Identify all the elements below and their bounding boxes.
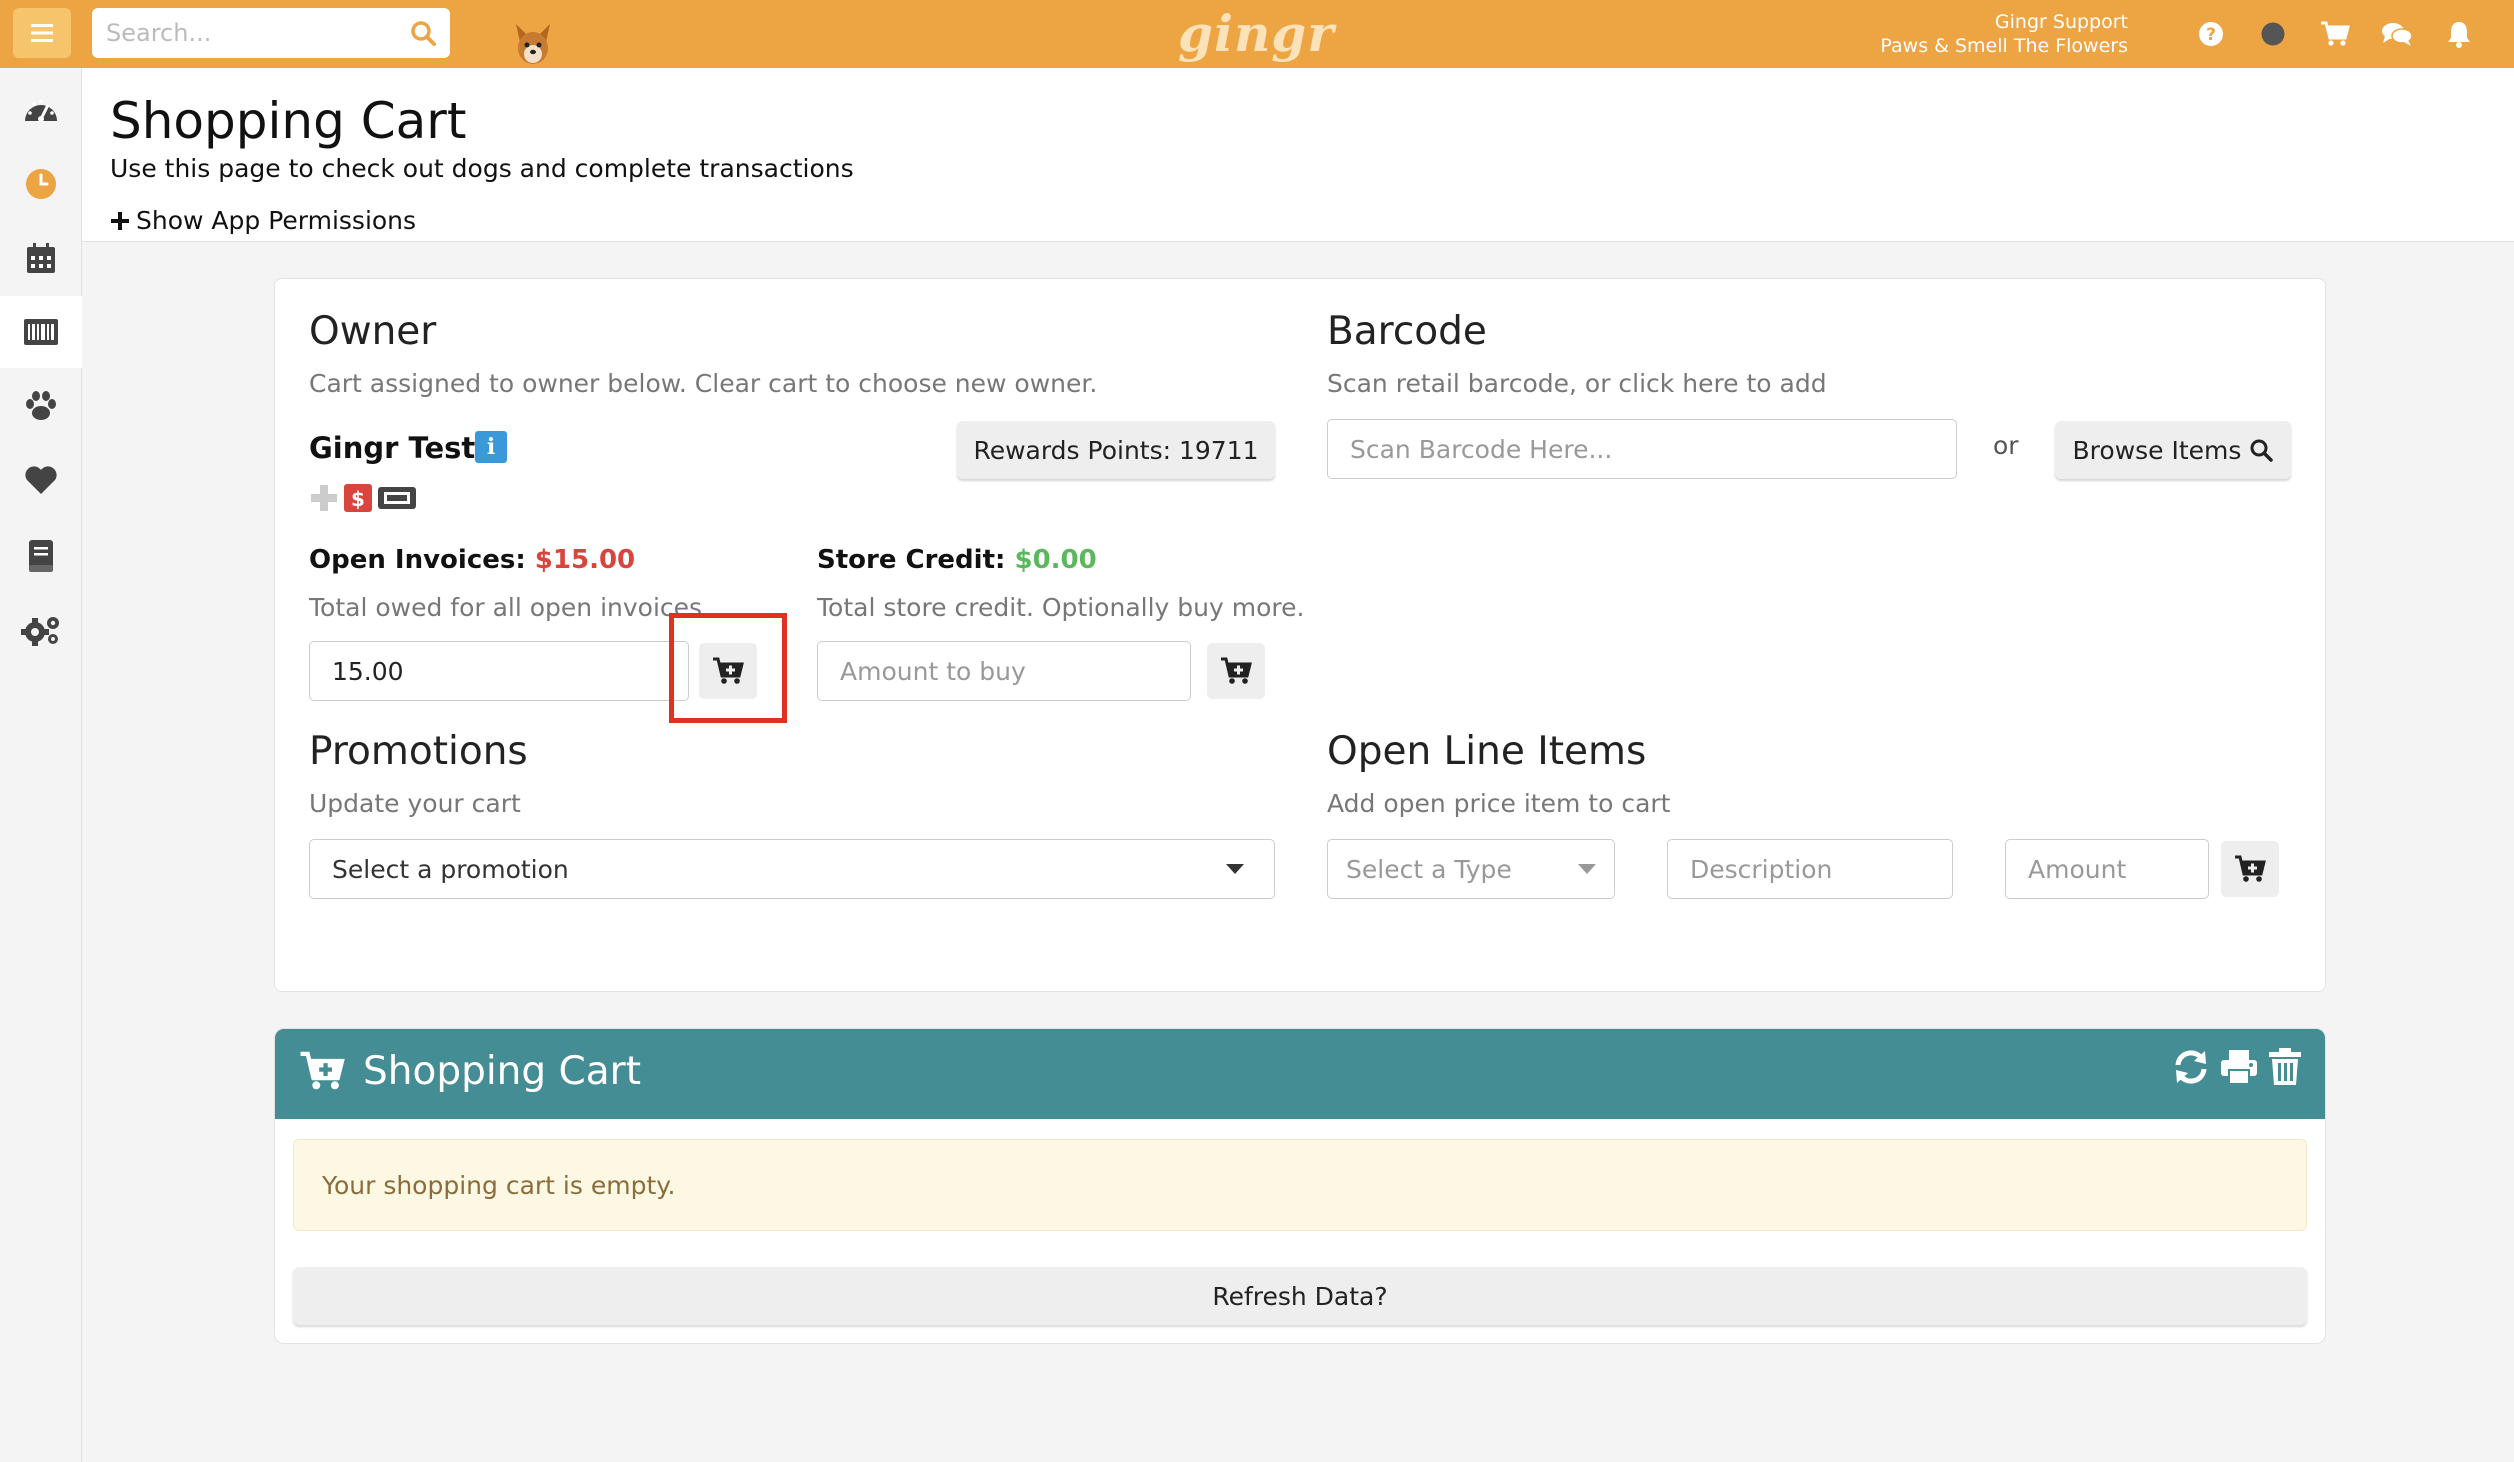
buy-store-credit-button[interactable]	[1207, 643, 1265, 699]
sidebar-item-book[interactable]	[0, 520, 82, 592]
sidebar-item-dashboard[interactable]	[0, 72, 82, 144]
sidebar-item-settings[interactable]	[0, 594, 82, 666]
owner-subtitle: Cart assigned to owner below. Clear cart…	[309, 369, 1098, 398]
page-subtitle: Use this page to check out dogs and comp…	[110, 154, 854, 183]
global-search	[92, 8, 450, 58]
store-credit-description: Total store credit. Optionally buy more.	[817, 593, 1305, 622]
ticket-icon	[378, 487, 416, 509]
open-invoices-description: Total owed for all open invoices	[309, 593, 703, 622]
cart-plus-icon	[300, 1051, 345, 1090]
highlight-box	[669, 613, 787, 723]
trash-icon[interactable]	[2267, 1047, 2303, 1087]
info-icon[interactable]: i	[475, 431, 507, 463]
cart-icon[interactable]	[2304, 16, 2366, 52]
empty-cart-message: Your shopping cart is empty.	[293, 1139, 2307, 1231]
sidebar-item-paw[interactable]	[0, 370, 82, 442]
help-icon[interactable]: ?	[2180, 16, 2242, 52]
shopping-cart-panel: Shopping Cart Your shopping cart is empt…	[274, 1028, 2326, 1344]
chat-icon[interactable]	[2366, 16, 2428, 52]
bell-icon[interactable]	[2428, 16, 2490, 52]
top-icons: ?	[2180, 16, 2490, 52]
owner-icons: $	[309, 483, 417, 513]
open-invoices-amount: $15.00	[534, 545, 636, 575]
promotion-select-value: Select a promotion	[332, 854, 569, 884]
promotions-title: Promotions	[309, 729, 528, 774]
cart-actions	[2171, 1047, 2303, 1087]
top-bar: gingr Gingr Support Paws & Smell The Flo…	[0, 0, 2514, 68]
barcode-icon	[24, 319, 58, 345]
browse-items-label: Browse Items	[2072, 435, 2242, 465]
barcode-field	[1327, 419, 1957, 479]
svg-text:?: ?	[2206, 25, 2216, 45]
medical-cross-icon	[311, 485, 337, 511]
sidebar-item-calendar[interactable]	[0, 222, 82, 294]
refresh-icon[interactable]	[2171, 1047, 2211, 1087]
cart-title: Shopping Cart	[363, 1049, 642, 1094]
hamburger-menu-button[interactable]	[13, 8, 71, 58]
browse-items-button[interactable]: Browse Items	[2055, 421, 2291, 479]
page-header: Shopping Cart Use this page to check out…	[82, 68, 2514, 242]
type-select[interactable]: Select a Type	[1327, 839, 1615, 899]
open-invoices-label: Open Invoices: $15.00	[309, 545, 636, 575]
cart-header: Shopping Cart	[275, 1029, 2325, 1119]
cart-plus-icon	[1221, 657, 1252, 684]
search-icon	[2250, 439, 2274, 462]
cart-plus-icon	[2235, 855, 2266, 882]
user-name: Gingr Support	[1994, 11, 2128, 33]
svg-text:$: $	[351, 487, 365, 511]
invoice-amount-field	[309, 641, 689, 701]
show-app-permissions-link[interactable]: Show App Permissions	[110, 206, 416, 235]
amount-field	[2005, 839, 2209, 899]
promotion-select[interactable]: Select a promotion	[309, 839, 1275, 899]
barcode-title: Barcode	[1327, 309, 1487, 354]
sidebar	[0, 68, 82, 1462]
dashboard-icon	[25, 99, 57, 122]
settings-icon	[21, 617, 59, 646]
sidebar-item-barcode[interactable]	[0, 296, 82, 368]
location-name: Paws & Smell The Flowers	[1880, 35, 2128, 57]
rewards-points-button[interactable]: Rewards Points: 19711	[957, 421, 1275, 479]
paw-icon	[26, 391, 56, 420]
page-title: Shopping Cart	[110, 92, 467, 150]
promotions-subtitle: Update your cart	[309, 789, 521, 818]
sidebar-item-heart[interactable]	[0, 444, 82, 516]
store-credit-input[interactable]	[818, 642, 1190, 700]
book-icon	[29, 540, 53, 572]
store-credit-field	[817, 641, 1191, 701]
chevron-down-icon	[1578, 864, 1596, 874]
print-icon[interactable]	[2219, 1047, 2259, 1087]
invoice-amount-input[interactable]	[310, 642, 688, 700]
description-input[interactable]	[1668, 840, 1952, 898]
store-credit-amount: $0.00	[1014, 545, 1097, 575]
or-label: or	[1993, 431, 2019, 460]
plus-icon	[111, 211, 129, 230]
barcode-subtitle[interactable]: Scan retail barcode, or click here to ad…	[1327, 369, 1827, 398]
calendar-icon	[27, 243, 55, 273]
refresh-data-button[interactable]: Refresh Data?	[293, 1267, 2307, 1325]
chevron-down-icon	[1226, 864, 1244, 874]
search-input[interactable]	[92, 8, 382, 58]
amount-input[interactable]	[2006, 840, 2208, 898]
clock-icon	[26, 169, 56, 199]
permissions-label: Show App Permissions	[136, 206, 417, 235]
barcode-input[interactable]	[1328, 420, 1956, 478]
open-line-items-title: Open Line Items	[1327, 729, 1647, 774]
hamburger-icon	[31, 24, 53, 42]
owner-title: Owner	[309, 309, 437, 354]
heart-icon	[25, 466, 57, 494]
description-field	[1667, 839, 1953, 899]
dog-mascot-icon	[516, 24, 550, 64]
status-dot-icon[interactable]	[2242, 16, 2304, 52]
dollar-icon: $	[344, 484, 372, 512]
open-line-items-subtitle: Add open price item to cart	[1327, 789, 1671, 818]
type-select-value: Select a Type	[1346, 854, 1512, 884]
owner-name[interactable]: Gingr Test	[309, 431, 475, 465]
user-info[interactable]: Gingr Support Paws & Smell The Flowers	[1880, 10, 2128, 58]
store-credit-label: Store Credit: $0.00	[817, 545, 1097, 575]
search-icon[interactable]	[410, 20, 436, 46]
sidebar-item-clock[interactable]	[0, 148, 82, 220]
add-line-item-button[interactable]	[2221, 841, 2279, 897]
gingr-logo: gingr	[1178, 4, 1335, 63]
checkout-panel: Owner Cart assigned to owner below. Clea…	[274, 278, 2326, 992]
